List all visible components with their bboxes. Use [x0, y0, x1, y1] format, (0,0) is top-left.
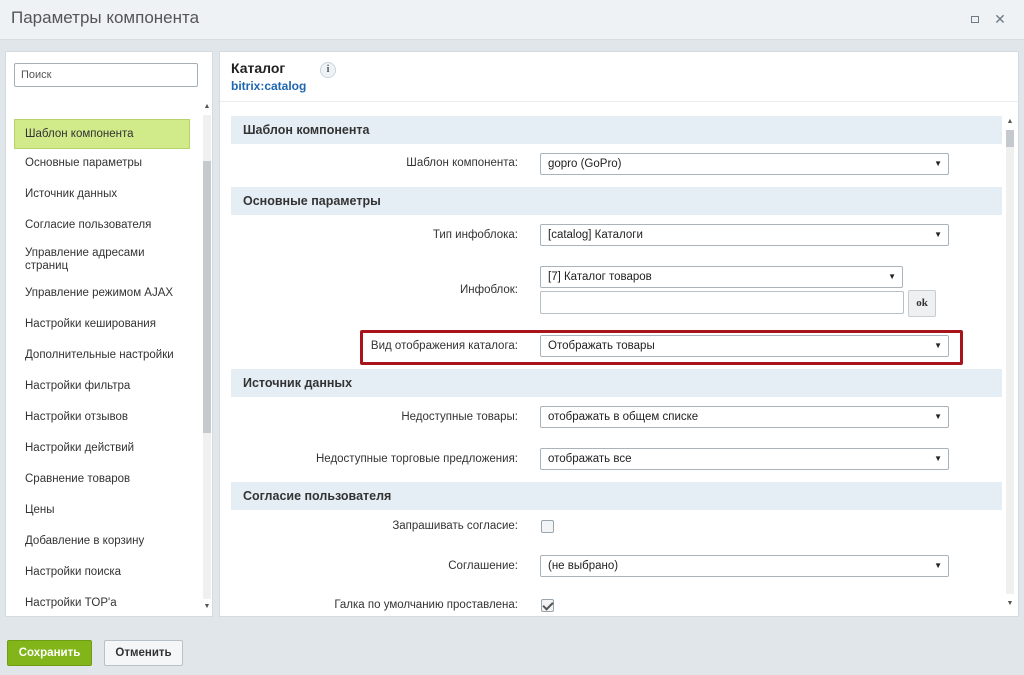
dropdown-arrow-icon: ▼ — [934, 230, 942, 239]
sidebar-scrollbar[interactable]: ▲ ▼ — [201, 99, 212, 615]
sidebar-item-ajax[interactable]: Управление режимом AJAX — [14, 287, 190, 300]
unavailable-label: Недоступные товары: — [401, 411, 518, 423]
template-label: Шаблон компонента: — [406, 157, 518, 169]
sidebar-item-additional[interactable]: Дополнительные настройки — [14, 349, 190, 362]
template-select-value: gopro (GoPro) — [548, 158, 622, 170]
iblock-type-value: [catalog] Каталоги — [548, 229, 643, 241]
unavailable-select[interactable]: отображать в общем списке ▼ — [540, 406, 949, 428]
main-scrollbar[interactable]: ▲ ▼ — [1005, 116, 1015, 612]
dropdown-arrow-icon: ▼ — [934, 454, 942, 463]
info-icon[interactable]: i — [320, 62, 336, 78]
scrollbar-track[interactable] — [1006, 130, 1014, 594]
sidebar-item-search[interactable]: Настройки поиска — [14, 566, 190, 579]
scrollbar-thumb[interactable] — [1006, 130, 1014, 147]
component-title: Каталог — [231, 60, 286, 76]
ask-consent-checkbox[interactable] — [541, 520, 554, 533]
ok-button[interactable]: ok — [908, 290, 936, 317]
divider — [220, 101, 1018, 102]
dropdown-arrow-icon: ▼ — [934, 561, 942, 570]
sidebar-item-top[interactable]: Настройки TOP'а — [14, 597, 190, 610]
sidebar-item-basket[interactable]: Добавление в корзину — [14, 535, 190, 548]
unavailable-offers-value: отображать все — [548, 453, 632, 465]
template-select[interactable]: gopro (GoPro) ▼ — [540, 153, 949, 175]
unavailable-value: отображать в общем списке — [548, 411, 699, 423]
scroll-up-icon[interactable]: ▲ — [202, 103, 212, 110]
scroll-down-icon[interactable]: ▼ — [202, 603, 212, 610]
view-mode-label: Вид отображения каталога: — [370, 340, 518, 352]
ask-consent-label: Запрашивать согласие: — [392, 520, 518, 532]
iblock-type-label: Тип инфоблока: — [432, 229, 518, 241]
iblock-id-input[interactable] — [540, 291, 904, 314]
unavailable-offers-select[interactable]: отображать все ▼ — [540, 448, 949, 470]
component-code: bitrix:catalog — [231, 79, 307, 93]
scroll-down-icon[interactable]: ▼ — [1005, 600, 1015, 607]
section-header-consent: Согласие пользователя — [231, 482, 1002, 510]
search-input[interactable] — [14, 63, 198, 87]
dropdown-arrow-icon: ▼ — [934, 341, 942, 350]
sidebar: Шаблон компонента Основные параметры Ист… — [5, 51, 213, 617]
agreement-label: Соглашение: — [448, 560, 518, 572]
iblock-type-select[interactable]: [catalog] Каталоги ▼ — [540, 224, 949, 246]
iblock-value: [7] Каталог товаров — [548, 271, 652, 283]
sidebar-item-template[interactable]: Шаблон компонента — [14, 119, 190, 149]
dropdown-arrow-icon: ▼ — [934, 159, 942, 168]
iblock-label: Инфоблок: — [459, 284, 518, 296]
sidebar-item-cache[interactable]: Настройки кеширования — [14, 318, 190, 331]
dropdown-arrow-icon: ▼ — [934, 412, 942, 421]
scrollbar-thumb[interactable] — [203, 161, 211, 433]
section-header-data-source: Источник данных — [231, 369, 1002, 397]
sidebar-item-consent[interactable]: Согласие пользователя — [14, 219, 190, 232]
maximize-icon[interactable] — [968, 12, 982, 26]
dropdown-arrow-icon: ▼ — [888, 272, 896, 281]
footer: Сохранить Отменить — [0, 627, 1024, 675]
view-mode-value: Отображать товары — [548, 340, 655, 352]
agreement-select[interactable]: (не выбрано) ▼ — [540, 555, 949, 577]
sidebar-item-filter[interactable]: Настройки фильтра — [14, 380, 190, 393]
sidebar-item-compare[interactable]: Сравнение товаров — [14, 473, 190, 486]
sidebar-item-data-source[interactable]: Источник данных — [14, 188, 190, 201]
window-titlebar: Параметры компонента ✕ — [0, 0, 1024, 40]
default-check-label: Галка по умолчанию проставлена: — [334, 599, 518, 611]
sidebar-item-prices[interactable]: Цены — [14, 504, 190, 517]
section-header-main: Основные параметры — [231, 187, 1002, 215]
save-button[interactable]: Сохранить — [7, 640, 92, 666]
sidebar-item-main-params[interactable]: Основные параметры — [14, 157, 190, 170]
settings-panel: Каталог bitrix:catalog i Шаблон компонен… — [219, 51, 1019, 617]
sidebar-item-url-management[interactable]: Управление адресами страниц — [14, 247, 190, 273]
sidebar-item-actions[interactable]: Настройки действий — [14, 442, 190, 455]
view-mode-select[interactable]: Отображать товары ▼ — [540, 335, 949, 357]
default-check-checkbox[interactable] — [541, 599, 554, 612]
scroll-up-icon[interactable]: ▲ — [1005, 118, 1015, 125]
sidebar-item-reviews[interactable]: Настройки отзывов — [14, 411, 190, 424]
agreement-value: (не выбрано) — [548, 560, 619, 572]
cancel-button[interactable]: Отменить — [104, 640, 183, 666]
unavailable-offers-label: Недоступные торговые предложения: — [316, 453, 518, 465]
close-icon[interactable]: ✕ — [993, 12, 1007, 26]
window-title: Параметры компонента — [11, 8, 200, 27]
iblock-select[interactable]: [7] Каталог товаров ▼ — [540, 266, 903, 288]
section-header-template: Шаблон компонента — [231, 116, 1002, 144]
